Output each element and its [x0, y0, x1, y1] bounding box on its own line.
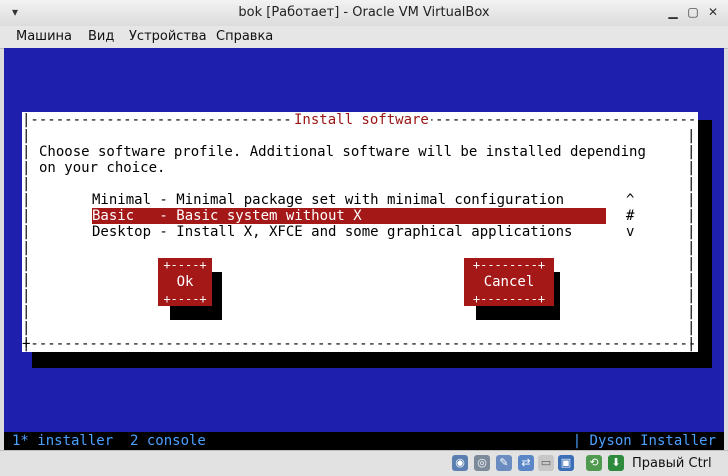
- network-icon[interactable]: ⇄: [518, 455, 534, 471]
- installer-tabs[interactable]: 1* installer 2 console: [12, 433, 206, 449]
- scroll-down-indicator[interactable]: v: [626, 224, 634, 240]
- installer-status-bar: 1* installer 2 console | Dyson Installer: [4, 432, 724, 450]
- hard-disk-icon[interactable]: ◉: [452, 455, 468, 471]
- host-key-label: Правый Ctrl: [632, 456, 712, 471]
- cancel-button[interactable]: +--------+ Cancel +--------+: [464, 258, 554, 306]
- dialog-prompt-line2: on your choice.: [39, 160, 166, 176]
- host-key-icon: ⬇: [608, 455, 624, 471]
- menu-view[interactable]: Вид: [88, 29, 114, 44]
- dialog-bottom-border: +---------------------------------------…: [22, 336, 698, 352]
- menu-help[interactable]: Справка: [216, 29, 273, 44]
- dialog-shadow: [32, 352, 712, 368]
- maximize-icon[interactable]: ▢: [686, 5, 700, 19]
- dialog-left-border: | | | | | | | | | | | | | |: [22, 128, 31, 352]
- dialog-shadow-right: [698, 120, 712, 368]
- window-title: bok [Работает] - Oracle VM VirtualBox: [238, 5, 490, 20]
- vm-screen[interactable]: |---------------------------------------…: [4, 48, 724, 450]
- dialog-prompt-line1: Choose software profile. Additional soft…: [39, 144, 646, 160]
- shared-folders-icon[interactable]: ▭: [538, 455, 554, 471]
- dialog-title: Install software: [292, 112, 431, 128]
- ok-button[interactable]: +----+ Ok +----+: [158, 258, 212, 306]
- optical-drive-icon[interactable]: ◎: [474, 455, 490, 471]
- cancel-button-label: Cancel: [483, 274, 535, 290]
- menu-bar: Машина Вид Устройства Справка: [0, 26, 728, 49]
- installer-name: | Dyson Installer: [572, 433, 716, 449]
- close-icon[interactable]: ✕: [706, 5, 720, 19]
- usb-icon[interactable]: ✎: [496, 455, 512, 471]
- cancel-button-top-edge: +--------+: [472, 258, 546, 272]
- cancel-button-bottom-edge: +--------+: [472, 292, 546, 306]
- host-status-bar: ◉ ◎ ✎ ⇄ ▭ ▣ ⟲ ⬇ Правый Ctrl: [0, 450, 728, 476]
- option-basic-selected[interactable]: Basic - Basic system without X: [92, 208, 606, 224]
- menu-devices[interactable]: Устройства: [129, 29, 207, 44]
- ok-button-top-edge: +----+: [163, 258, 207, 272]
- install-software-dialog: |---------------------------------------…: [22, 112, 698, 352]
- option-desktop[interactable]: Desktop - Install X, XFCE and some graph…: [92, 224, 606, 240]
- dialog-right-border: | | | | | | | | | | | | | |: [687, 128, 696, 352]
- display-icon[interactable]: ▣: [558, 455, 574, 471]
- scroll-thumb[interactable]: #: [626, 208, 634, 224]
- scroll-up-indicator[interactable]: ^: [626, 192, 634, 208]
- window-titlebar: ▾ bok [Работает] - Oracle VM VirtualBox …: [0, 0, 728, 27]
- ok-button-bottom-edge: +----+: [163, 292, 207, 306]
- mouse-integration-icon[interactable]: ⟲: [586, 455, 602, 471]
- menu-machine[interactable]: Машина: [16, 29, 72, 44]
- ok-button-label: Ok: [176, 274, 194, 290]
- option-minimal[interactable]: Minimal - Minimal package set with minim…: [92, 192, 606, 208]
- minimize-icon[interactable]: ▁: [666, 5, 680, 19]
